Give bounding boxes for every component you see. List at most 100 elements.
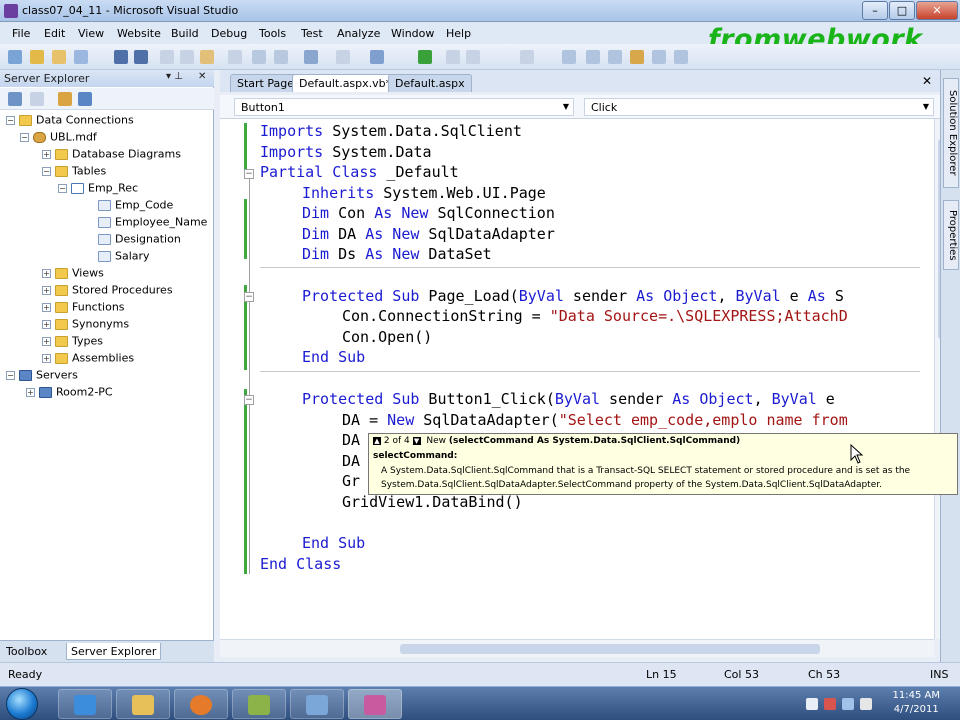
save-icon[interactable]	[114, 50, 128, 64]
paste-icon[interactable]	[200, 50, 214, 64]
tab-properties[interactable]: Properties	[943, 200, 959, 270]
expand-icon[interactable]: +	[42, 353, 51, 363]
collapse-icon[interactable]: −	[244, 395, 254, 405]
tree-node-assemblies[interactable]: + Assemblies	[42, 351, 134, 367]
next-overload-icon[interactable]: ▼	[412, 436, 421, 445]
menu-debug[interactable]: Debug	[211, 27, 247, 40]
expand-icon[interactable]: +	[42, 285, 51, 295]
menu-window[interactable]: Window	[391, 27, 434, 40]
tree-node-tables[interactable]: − Tables	[42, 164, 106, 180]
copy-icon[interactable]	[180, 50, 194, 64]
menu-test[interactable]: Test	[301, 27, 323, 40]
navigate-backward-icon[interactable]	[370, 50, 384, 64]
collapse-icon[interactable]: −	[6, 115, 15, 125]
tree-node-functions[interactable]: + Functions	[42, 300, 125, 316]
expand-icon[interactable]: +	[42, 319, 51, 329]
minimize-button[interactable]: –	[862, 1, 888, 20]
expand-icon[interactable]: +	[42, 302, 51, 312]
collapse-icon[interactable]: −	[6, 370, 15, 380]
menu-build[interactable]: Build	[171, 27, 199, 40]
taskbar-media-player[interactable]	[174, 689, 228, 719]
step-into-icon[interactable]	[520, 50, 534, 64]
object-browser-icon[interactable]	[608, 50, 622, 64]
collapse-icon[interactable]: −	[58, 183, 67, 193]
tree-node-column[interactable]: Salary	[98, 249, 150, 265]
open-file-icon[interactable]	[52, 50, 66, 64]
new-project-icon[interactable]	[8, 50, 22, 64]
menu-help[interactable]: Help	[446, 27, 471, 40]
expand-icon[interactable]: +	[26, 387, 35, 397]
connect-to-server-icon[interactable]	[78, 92, 92, 106]
tab-start-page[interactable]: Start Page	[230, 74, 301, 92]
taskbar-explorer[interactable]	[116, 689, 170, 719]
taskbar-app[interactable]	[232, 689, 286, 719]
tree-node-types[interactable]: + Types	[42, 334, 103, 350]
close-button[interactable]: ✕	[916, 1, 958, 20]
tab-default-aspx-vb[interactable]: Default.aspx.vb*	[292, 74, 399, 92]
comment-icon[interactable]	[252, 50, 266, 64]
refresh-icon[interactable]	[8, 92, 22, 106]
stop-icon[interactable]	[466, 50, 480, 64]
action-center-icon[interactable]	[824, 698, 836, 710]
scroll-thumb[interactable]	[400, 644, 820, 654]
expand-icon[interactable]: +	[42, 336, 51, 346]
tree-node-column[interactable]: Designation	[98, 232, 181, 248]
tree-node-ubl-mdf[interactable]: − UBL.mdf	[20, 130, 97, 146]
command-window-icon[interactable]	[674, 50, 688, 64]
taskbar-clock[interactable]: 11:45 AM 4/7/2011	[893, 689, 940, 717]
close-document-icon[interactable]: ✕	[922, 74, 932, 88]
toolbox-icon[interactable]	[630, 50, 644, 64]
collapse-icon[interactable]: −	[20, 132, 29, 142]
menu-website[interactable]: Website	[117, 27, 161, 40]
properties-window-icon[interactable]	[586, 50, 600, 64]
collapse-icon[interactable]: −	[244, 292, 254, 302]
stop-refresh-icon[interactable]	[30, 92, 44, 106]
pin-icon[interactable]: ▾ ⊥	[166, 71, 183, 82]
add-new-item-icon[interactable]	[74, 50, 88, 64]
taskbar-ie[interactable]	[58, 689, 112, 719]
cut-icon[interactable]	[160, 50, 174, 64]
tree-node-column[interactable]: Employee_Name	[98, 215, 207, 231]
code-editor[interactable]: − − − Imports System.Data.SqlClient Impo…	[220, 119, 934, 639]
redo-icon[interactable]	[336, 50, 350, 64]
pause-icon[interactable]	[446, 50, 460, 64]
connect-to-database-icon[interactable]	[58, 92, 72, 106]
uncomment-icon[interactable]	[274, 50, 288, 64]
menu-tools[interactable]: Tools	[259, 27, 286, 40]
add-item-icon[interactable]	[30, 50, 44, 64]
find-icon[interactable]	[228, 50, 242, 64]
tree-node-room2-pc[interactable]: + Room2-PC	[26, 385, 113, 401]
collapse-icon[interactable]: −	[244, 169, 254, 179]
method-name-dropdown[interactable]: Click ▼	[584, 98, 934, 116]
tree-node-views[interactable]: + Views	[42, 266, 104, 282]
undo-icon[interactable]	[304, 50, 318, 64]
tab-default-aspx[interactable]: Default.aspx	[388, 74, 472, 92]
tab-server-explorer[interactable]: Server Explorer	[66, 643, 162, 660]
tree-node-column[interactable]: Emp_Code	[98, 198, 173, 214]
network-icon[interactable]	[842, 698, 854, 710]
collapse-icon[interactable]: −	[42, 166, 51, 176]
tree-node-servers[interactable]: − Servers	[6, 368, 78, 384]
close-icon[interactable]: ✕	[198, 71, 206, 82]
class-name-dropdown[interactable]: Button1 ▼	[234, 98, 574, 116]
tree-node-synonyms[interactable]: + Synonyms	[42, 317, 129, 333]
start-button[interactable]	[6, 688, 38, 720]
menu-analyze[interactable]: Analyze	[337, 27, 380, 40]
start-page-icon[interactable]	[652, 50, 666, 64]
tree-node-data-connections[interactable]: − Data Connections	[6, 113, 134, 129]
menu-file[interactable]: File	[12, 27, 30, 40]
show-hidden-icons-icon[interactable]	[806, 698, 818, 710]
start-debugging-icon[interactable]	[418, 50, 432, 64]
tree-node-database-diagrams[interactable]: + Database Diagrams	[42, 147, 181, 163]
save-all-icon[interactable]	[134, 50, 148, 64]
volume-icon[interactable]	[860, 698, 872, 710]
menu-view[interactable]: View	[78, 27, 104, 40]
tab-solution-explorer[interactable]: Solution Explorer	[943, 78, 959, 188]
taskbar-app[interactable]	[290, 689, 344, 719]
tab-toolbox[interactable]: Toolbox	[2, 643, 51, 660]
horizontal-scrollbar[interactable]	[220, 639, 934, 657]
menu-edit[interactable]: Edit	[44, 27, 65, 40]
tree-node-emp-rec[interactable]: − Emp_Rec	[58, 181, 138, 197]
solution-explorer-icon[interactable]	[562, 50, 576, 64]
maximize-button[interactable]: □	[889, 1, 915, 20]
